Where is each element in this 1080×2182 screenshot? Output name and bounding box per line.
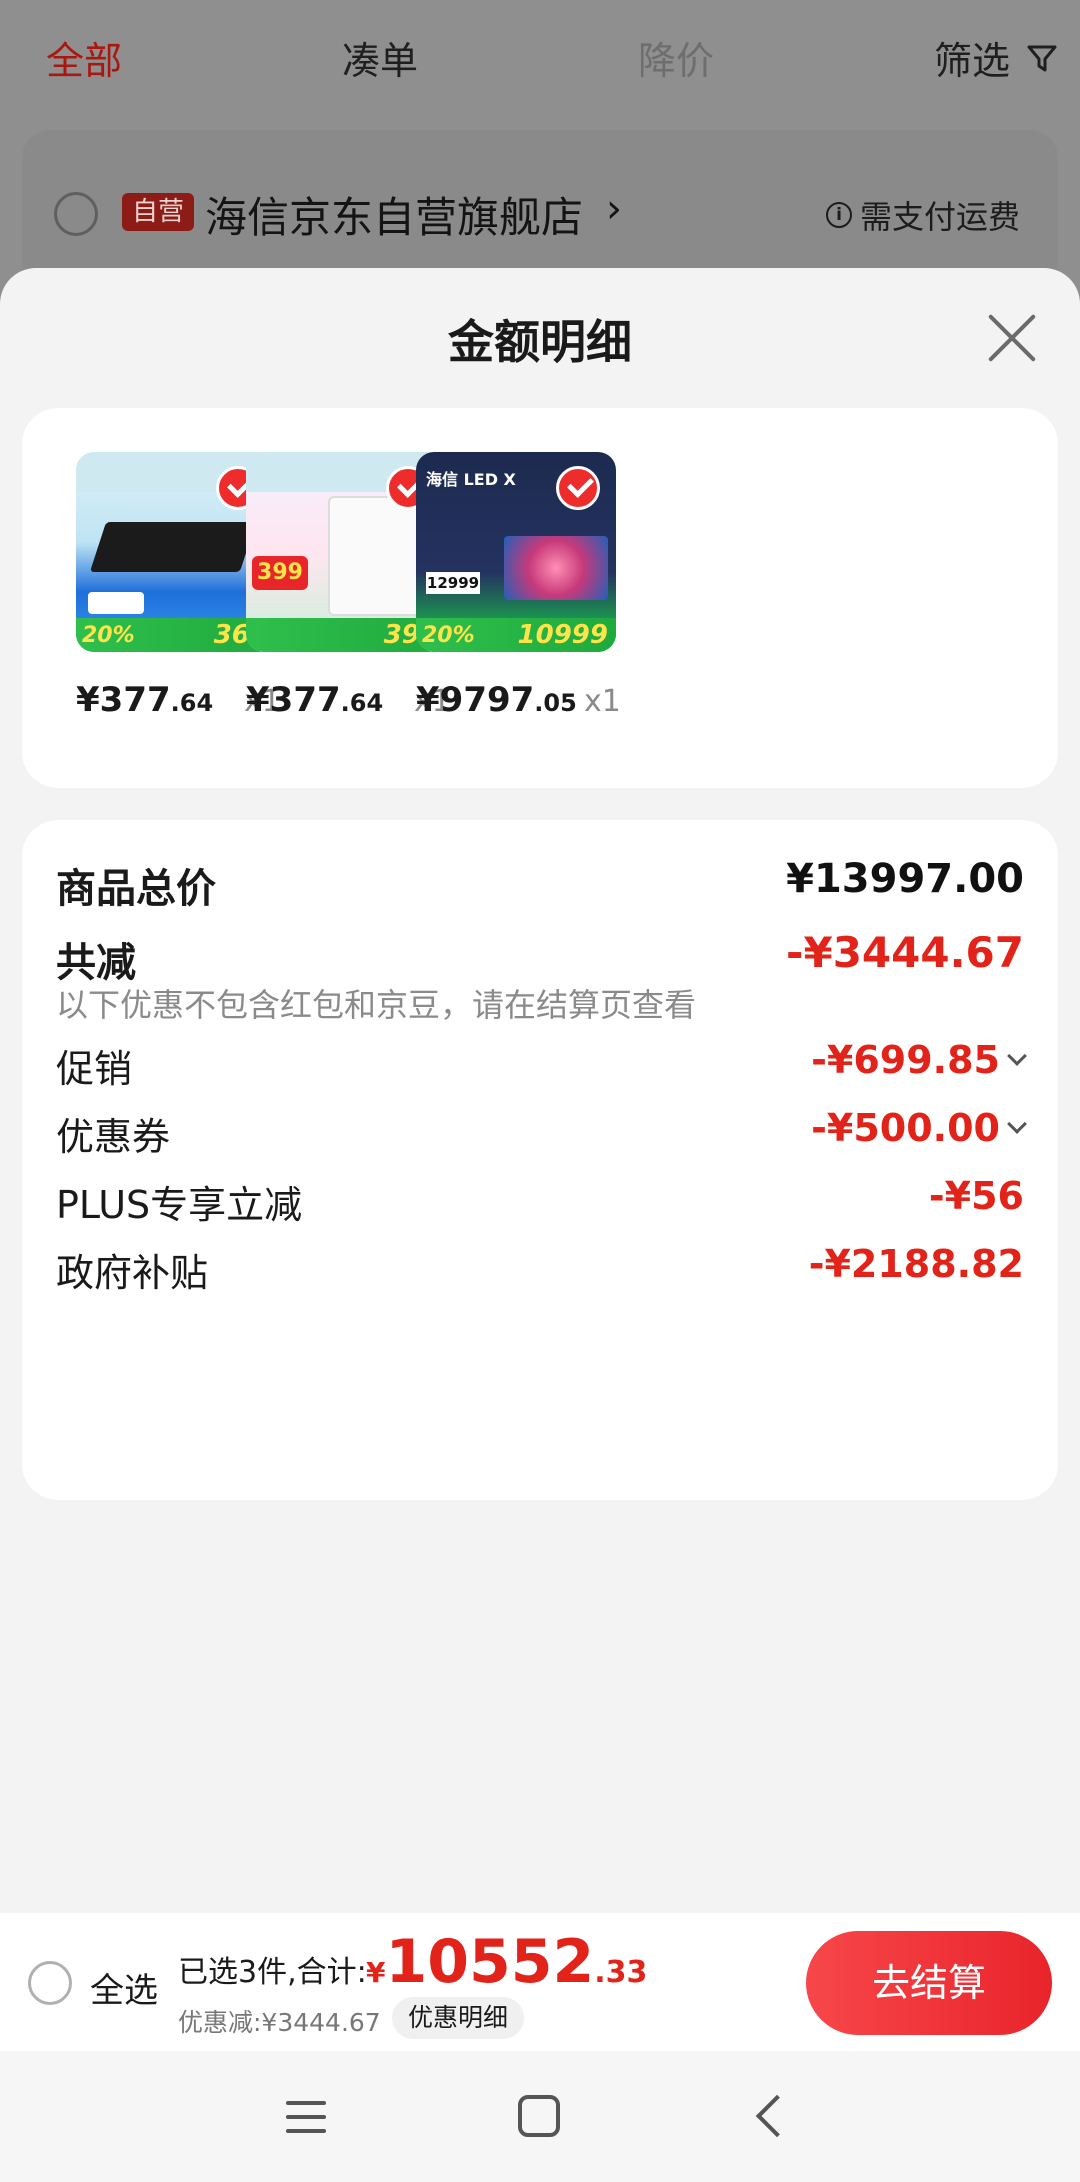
store-name[interactable]: 海信京东自营旗舰店 bbox=[205, 184, 583, 245]
total-reduced-value: -¥3444.67 bbox=[786, 928, 1024, 977]
store-chevron-icon[interactable]: › bbox=[606, 186, 622, 232]
thumb-price-tag bbox=[88, 592, 144, 614]
coupon-row[interactable]: -¥500.00 bbox=[811, 1106, 1027, 1150]
grand-total-integer: 10552 bbox=[385, 1927, 595, 1997]
chevron-down-icon[interactable] bbox=[1007, 1114, 1027, 1134]
thumb-discount-label: 20% bbox=[82, 623, 135, 648]
product-image-fridge bbox=[328, 496, 428, 616]
system-nav-bar bbox=[0, 2051, 1080, 2182]
shipping-note-text: 需支付运费 bbox=[860, 198, 1021, 236]
filter-icon[interactable] bbox=[1026, 42, 1058, 74]
product-price: ¥377.64 bbox=[76, 680, 213, 720]
grand-total-decimal: .33 bbox=[594, 1955, 648, 1990]
thumb-price-tag: 12999 bbox=[426, 572, 480, 594]
price-integer: ¥377 bbox=[76, 680, 171, 720]
price-integer: ¥9797 bbox=[416, 680, 535, 720]
self-operated-badge: 自营 bbox=[122, 193, 195, 231]
menu-line bbox=[286, 2101, 326, 2105]
grand-total: ¥10552.33 bbox=[366, 1927, 647, 1997]
product-price: ¥9797.05 bbox=[416, 680, 577, 720]
price-summary-card: 商品总价 ¥13997.00 共减 -¥3444.67 以下优惠不包含红包和京豆… bbox=[22, 820, 1058, 1500]
back-icon[interactable] bbox=[755, 2094, 799, 2138]
grand-total-currency: ¥ bbox=[366, 1956, 386, 1989]
chevron-down-icon[interactable] bbox=[1007, 1046, 1027, 1066]
selected-count-text: 已选3件,合计: bbox=[178, 1955, 367, 1990]
checkout-button[interactable]: 去结算 bbox=[806, 1931, 1052, 2035]
products-card: 20% 369 ¥377.64 x1 399 399 ¥377.64 x1 海信… bbox=[22, 408, 1058, 788]
thumb-title: 海信 LED X bbox=[426, 470, 516, 489]
coupon-value: -¥500.00 bbox=[811, 1106, 1000, 1150]
shipping-note[interactable]: i 需支付运费 bbox=[826, 192, 1020, 238]
price-decimal: .05 bbox=[534, 689, 577, 717]
discount-detail-button[interactable]: 优惠明细 bbox=[392, 1997, 525, 2039]
menu-line bbox=[286, 2129, 326, 2133]
tab-bundle[interactable]: 凑单 bbox=[342, 30, 418, 85]
product-image-stove bbox=[89, 522, 257, 572]
info-icon: i bbox=[826, 202, 852, 228]
discount-note: 以下优惠不包含红包和京豆，请在结算页查看 bbox=[56, 986, 697, 1024]
close-icon[interactable] bbox=[984, 310, 1040, 366]
promotion-row[interactable]: -¥699.85 bbox=[811, 1038, 1027, 1082]
discount-summary: 优惠减:¥3444.67 bbox=[178, 2008, 381, 2037]
tab-price-drop[interactable]: 降价 bbox=[638, 30, 714, 85]
price-integer: ¥377 bbox=[246, 680, 341, 720]
plus-discount-value: -¥56 bbox=[928, 1174, 1024, 1218]
thumb-price-label: 10999 bbox=[517, 620, 608, 650]
product-quantity: x1 bbox=[584, 684, 621, 719]
check-icon[interactable] bbox=[556, 466, 600, 510]
select-all-label[interactable]: 全选 bbox=[90, 1963, 158, 2012]
total-price-label: 商品总价 bbox=[56, 866, 216, 912]
tab-filter[interactable]: 筛选 bbox=[934, 30, 1010, 85]
gov-subsidy-value: -¥2188.82 bbox=[808, 1242, 1024, 1286]
select-all-radio[interactable] bbox=[28, 1961, 72, 2005]
amount-detail-sheet: 金额明细 20% 369 ¥377.64 x1 399 399 ¥377.64 … bbox=[0, 268, 1080, 1913]
menu-icon[interactable] bbox=[286, 2101, 326, 2133]
sheet-title: 金额明细 bbox=[448, 315, 632, 369]
promotion-value: -¥699.85 bbox=[811, 1038, 1000, 1082]
home-icon[interactable] bbox=[518, 2095, 560, 2137]
thumb-price-tag: 399 bbox=[252, 556, 308, 590]
product-image-tv bbox=[504, 536, 608, 600]
coupon-label: 优惠券 bbox=[56, 1115, 171, 1159]
plus-discount-label: PLUS专享立减 bbox=[56, 1183, 303, 1227]
price-decimal: .64 bbox=[340, 689, 384, 717]
store-select-radio[interactable] bbox=[54, 192, 98, 236]
price-decimal: .64 bbox=[170, 689, 214, 717]
total-price-value: ¥13997.00 bbox=[786, 856, 1024, 902]
thumb-discount-label: 20% bbox=[422, 623, 475, 648]
menu-line bbox=[286, 2115, 326, 2119]
checkout-bar: 全选 已选3件,合计: ¥10552.33 优惠减:¥3444.67 优惠明细 … bbox=[0, 1913, 1080, 2051]
top-tab-bar: 全部 凑单 降价 筛选 bbox=[0, 0, 1080, 112]
tab-all[interactable]: 全部 bbox=[46, 30, 122, 85]
promotion-label: 促销 bbox=[56, 1047, 133, 1091]
product-price: ¥377.64 bbox=[246, 680, 383, 720]
gov-subsidy-label: 政府补贴 bbox=[56, 1251, 209, 1295]
